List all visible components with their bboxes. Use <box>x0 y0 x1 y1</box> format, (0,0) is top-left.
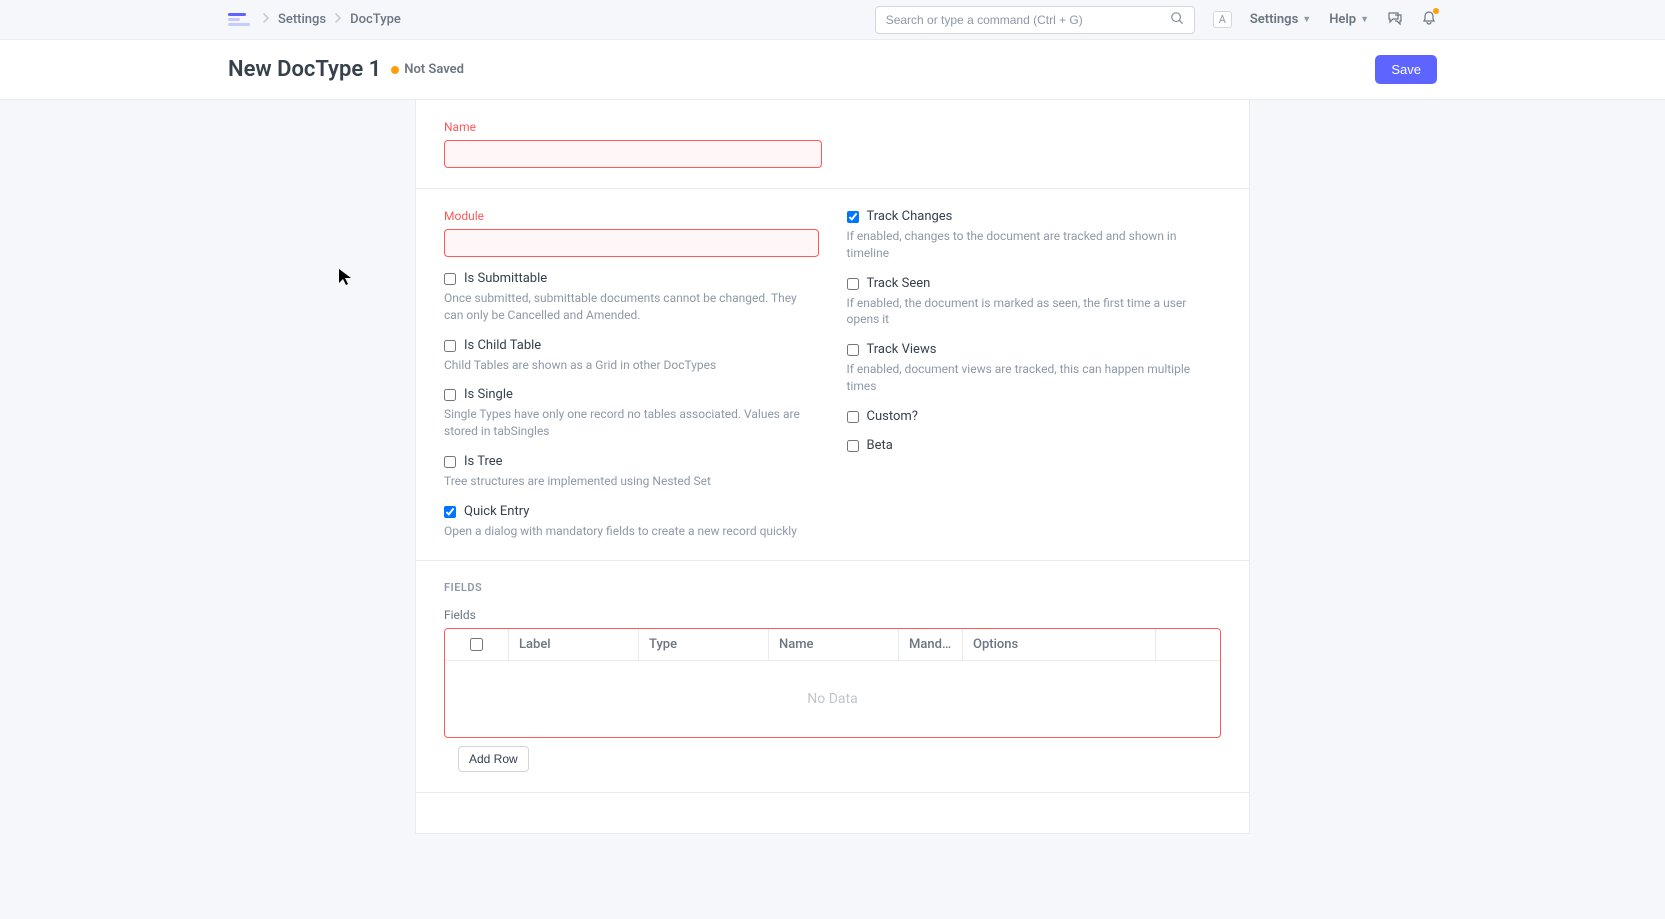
checkbox-is-submittable[interactable] <box>444 273 456 285</box>
nav-settings[interactable]: Settings ▼ <box>1250 12 1311 27</box>
help-track-changes: If enabled, changes to the document are … <box>847 228 1222 262</box>
row-is-child-table: Is Child Table <box>444 338 819 353</box>
checkbox-track-changes[interactable] <box>847 211 859 223</box>
search-box[interactable] <box>875 6 1195 34</box>
caret-down-icon: ▼ <box>1360 14 1369 25</box>
grid-header-label: Label <box>509 629 639 660</box>
page-head: New DocType 1 Not Saved Save <box>0 40 1665 100</box>
page-title: New DocType 1 Not Saved <box>228 57 464 82</box>
row-quick-entry: Quick Entry <box>444 504 819 519</box>
help-track-seen: If enabled, the document is marked as se… <box>847 295 1222 329</box>
label-is-single: Is Single <box>464 387 513 402</box>
module-input[interactable] <box>444 229 819 257</box>
logo-icon[interactable] <box>228 13 250 26</box>
label-track-changes: Track Changes <box>867 209 953 224</box>
breadcrumb: Settings DocType <box>262 12 401 28</box>
name-input[interactable] <box>444 140 822 168</box>
nav-help[interactable]: Help ▼ <box>1329 12 1369 27</box>
breadcrumb-doctype[interactable]: DocType <box>350 12 401 27</box>
row-is-tree: Is Tree <box>444 454 819 469</box>
nav-settings-label: Settings <box>1250 12 1298 27</box>
status-indicator: Not Saved <box>391 62 464 77</box>
form-container: Name Module Is Submittable Once submitte… <box>415 100 1250 834</box>
grid-header-name: Name <box>769 629 899 660</box>
help-track-views: If enabled, document views are tracked, … <box>847 361 1222 395</box>
fields-grid: Label Type Name Manda... Options No Data <box>444 628 1221 738</box>
fields-heading: FIELDS <box>444 581 1221 594</box>
fields-label: Fields <box>444 608 1221 622</box>
checkbox-is-tree[interactable] <box>444 456 456 468</box>
label-beta: Beta <box>867 438 893 453</box>
grid-select-all-checkbox[interactable] <box>470 638 483 651</box>
label-is-tree: Is Tree <box>464 454 503 469</box>
grid-header-action <box>1156 629 1220 660</box>
help-is-tree: Tree structures are implemented using Ne… <box>444 473 819 490</box>
help-is-single: Single Types have only one record no tab… <box>444 406 819 440</box>
section-module: Module Is Submittable Once submitted, su… <box>416 189 1249 561</box>
label-custom: Custom? <box>867 409 918 424</box>
status-text: Not Saved <box>404 62 464 77</box>
row-is-single: Is Single <box>444 387 819 402</box>
checkbox-quick-entry[interactable] <box>444 506 456 518</box>
checkbox-beta[interactable] <box>847 440 859 452</box>
page-title-text: New DocType 1 <box>228 57 381 82</box>
grid-header-check <box>445 629 509 660</box>
page-body: Name Module Is Submittable Once submitte… <box>0 100 1665 834</box>
notification-dot <box>1433 8 1439 14</box>
help-quick-entry: Open a dialog with mandatory fields to c… <box>444 523 819 540</box>
checkbox-is-single[interactable] <box>444 389 456 401</box>
checkbox-track-seen[interactable] <box>847 278 859 290</box>
row-track-seen: Track Seen <box>847 276 1222 291</box>
row-is-submittable: Is Submittable <box>444 271 819 286</box>
row-beta: Beta <box>847 438 1222 453</box>
row-track-views: Track Views <box>847 342 1222 357</box>
label-track-seen: Track Seen <box>867 276 931 291</box>
row-track-changes: Track Changes <box>847 209 1222 224</box>
label-is-submittable: Is Submittable <box>464 271 547 286</box>
checkbox-is-child-table[interactable] <box>444 340 456 352</box>
help-is-child-table: Child Tables are shown as a Grid in othe… <box>444 357 819 374</box>
grid-header-options: Options <box>963 629 1156 660</box>
navbar-left: Settings DocType <box>228 12 875 28</box>
chevron-right-icon <box>262 12 270 28</box>
grid-header-type: Type <box>639 629 769 660</box>
search-input[interactable] <box>886 13 1170 27</box>
left-column: Module Is Submittable Once submitted, su… <box>444 209 819 540</box>
row-custom: Custom? <box>847 409 1222 424</box>
right-column: Track Changes If enabled, changes to the… <box>847 209 1222 540</box>
section-next <box>416 793 1249 834</box>
section-name: Name <box>416 100 1249 189</box>
grid-header-mandatory: Manda... <box>899 629 963 660</box>
checkbox-track-views[interactable] <box>847 344 859 356</box>
caret-down-icon: ▼ <box>1302 14 1311 25</box>
label-quick-entry: Quick Entry <box>464 504 529 519</box>
label-is-child-table: Is Child Table <box>464 338 541 353</box>
add-row-button[interactable]: Add Row <box>458 746 529 772</box>
navbar: Settings DocType A Settings ▼ Help ▼ <box>0 0 1665 40</box>
kbd-shortcut: A <box>1213 11 1232 28</box>
label-module: Module <box>444 209 819 223</box>
nav-help-label: Help <box>1329 12 1356 27</box>
grid-header: Label Type Name Manda... Options <box>445 629 1220 661</box>
label-track-views: Track Views <box>867 342 937 357</box>
chat-icon[interactable] <box>1387 10 1403 30</box>
chevron-right-icon <box>334 12 342 28</box>
label-name: Name <box>444 120 1221 134</box>
search-icon <box>1170 11 1184 29</box>
section-fields: FIELDS Fields Label Type Name Manda... O… <box>416 561 1249 793</box>
checkbox-custom[interactable] <box>847 411 859 423</box>
navbar-right: A Settings ▼ Help ▼ <box>875 6 1437 34</box>
grid-empty: No Data <box>445 661 1220 737</box>
breadcrumb-settings[interactable]: Settings <box>278 12 326 27</box>
save-button[interactable]: Save <box>1375 55 1437 84</box>
help-is-submittable: Once submitted, submittable documents ca… <box>444 290 819 324</box>
status-dot-icon <box>391 66 399 74</box>
notification-icon[interactable] <box>1421 10 1437 30</box>
